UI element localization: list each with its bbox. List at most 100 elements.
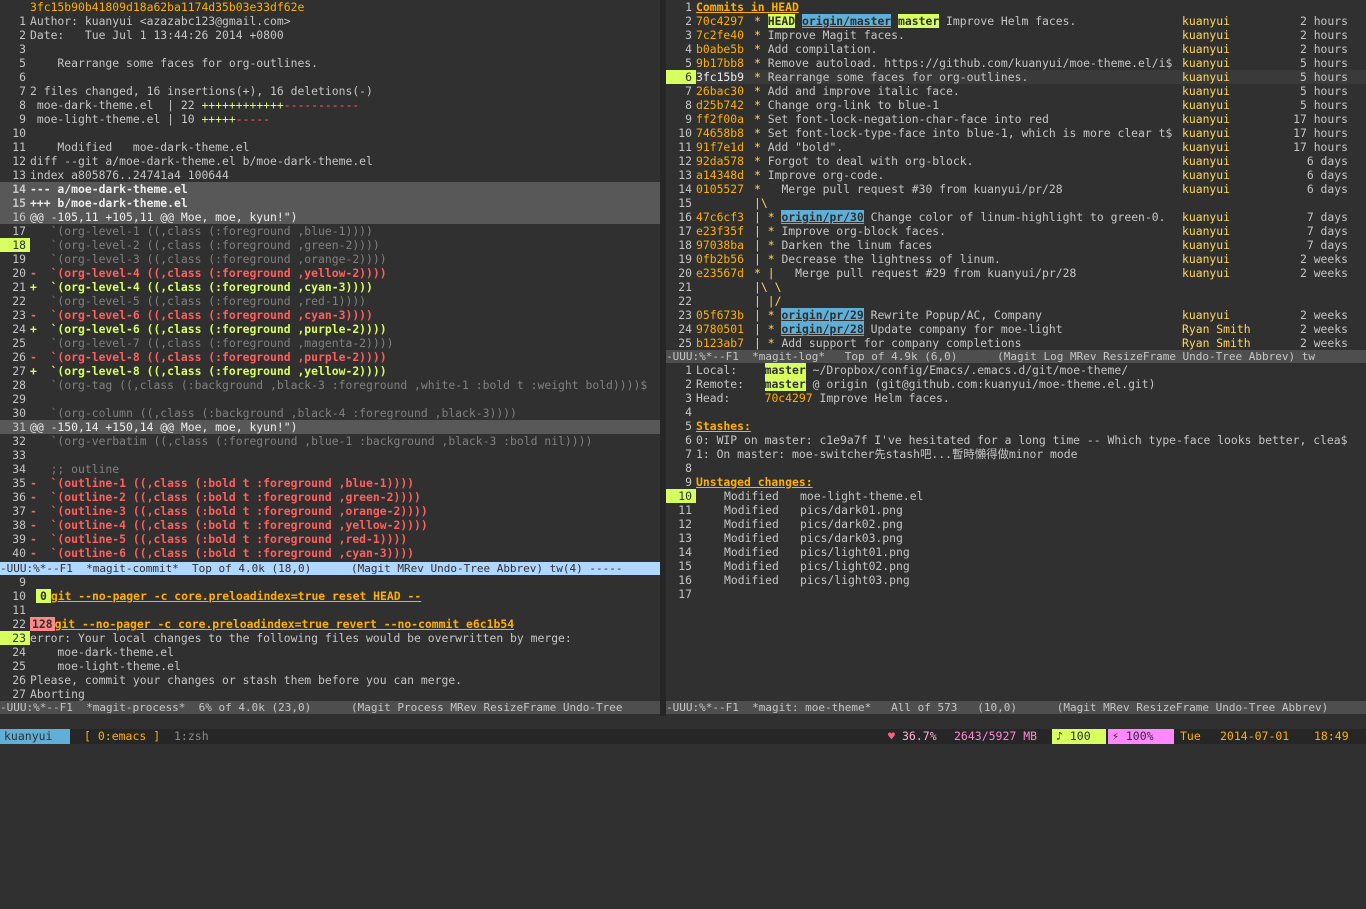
log-row[interactable]: 23 05f673b | * origin/pr/29 Rewrite Popup/…	[666, 308, 1366, 322]
process-line[interactable]: 23 error: Your local changes to the follo…	[0, 631, 660, 645]
diff-line[interactable]: 39 - `(outline-5 ((,class (:bold t :foreg…	[0, 532, 660, 546]
commit-sha[interactable]: 9b17bb8	[696, 56, 754, 70]
commit-sha[interactable]: ff2f00a	[696, 112, 754, 126]
diff-line[interactable]: 5 Rearrange some faces for org-outlines.	[0, 56, 660, 70]
log-row[interactable]: 5 9b17bb8 * Remove autoload. https://githu…	[666, 56, 1366, 70]
diff-line[interactable]: 3	[0, 42, 660, 56]
diff-line[interactable]: 3fc15b90b41809d18a62ba1174d35b03e33df62e	[0, 0, 660, 14]
log-row[interactable]: 12 92da578 * Forgot to deal with org-block…	[666, 154, 1366, 168]
diff-line[interactable]: 36 - `(outline-2 ((,class (:bold t :foreg…	[0, 490, 660, 504]
log-row[interactable]: 20 e23567d * | Merge pull request #29 from…	[666, 266, 1366, 280]
process-line[interactable]: 22 128 git --no-pager -c core.preloadindex…	[0, 617, 660, 631]
commit-sha[interactable]: 05f673b	[696, 308, 754, 322]
ref-label[interactable]: HEAD	[767, 14, 796, 28]
log-row[interactable]: 11 91f7e1d * Add "bold". kuanyui 17 hours	[666, 140, 1366, 154]
diff-line[interactable]: 13 index a805876..24741a4 100644	[0, 168, 660, 182]
log-row[interactable]: 19 0fb2b56 | * Decrease the lightness of l…	[666, 252, 1366, 266]
commit-sha[interactable]: 91f7e1d	[696, 140, 754, 154]
unstaged-file[interactable]: 13 Modified pics/dark03.png	[666, 531, 1366, 545]
log-row[interactable]: 14 0105527 * Merge pull request #30 from k…	[666, 182, 1366, 196]
diff-line[interactable]: 38 - `(outline-4 ((,class (:bold t :foreg…	[0, 518, 660, 532]
log-row[interactable]: 22 | |/	[666, 294, 1366, 308]
diff-line[interactable]: 31 @@ -150,14 +150,14 @@ Moe, moe, kyun!"…	[0, 420, 660, 434]
diff-line[interactable]: 6	[0, 70, 660, 84]
commit-sha[interactable]: 74658b8	[696, 126, 754, 140]
diff-line[interactable]: 28 `(org-tag ((,class (:background ,blac…	[0, 378, 660, 392]
diff-line[interactable]: 9 moe-light-theme.el | 10 +++++-----	[0, 112, 660, 126]
diff-line[interactable]: 17 `(org-level-1 ((,class (:foreground ,…	[0, 224, 660, 238]
log-row[interactable]: 18 97038ba | * Darken the linum faces kuany…	[666, 238, 1366, 252]
diff-line[interactable]: 23 - `(org-level-6 ((,class (:foreground …	[0, 308, 660, 322]
ref-label[interactable]: master	[898, 14, 940, 28]
diff-line[interactable]: 12 diff --git a/moe-dark-theme.el b/moe-d…	[0, 154, 660, 168]
commit-sha[interactable]: 97038ba	[696, 238, 754, 252]
commit-sha[interactable]: 92da578	[696, 154, 754, 168]
diff-line[interactable]: 19 `(org-level-3 ((,class (:foreground ,…	[0, 252, 660, 266]
commit-sha[interactable]: 7c2fe40	[696, 28, 754, 42]
diff-line[interactable]: 40 - `(outline-6 ((,class (:bold t :foreg…	[0, 546, 660, 560]
unstaged-file[interactable]: 11 Modified pics/dark01.png	[666, 503, 1366, 517]
log-row[interactable]: 25 b123ab7 | * Add support for company com…	[666, 336, 1366, 350]
unstaged-file[interactable]: 16 Modified pics/light03.png	[666, 573, 1366, 587]
commit-sha[interactable]: 70c4297	[696, 14, 754, 28]
diff-line[interactable]: 27 + `(org-level-8 ((,class (:foreground …	[0, 364, 660, 378]
log-row[interactable]: 6 3fc15b9 * Rearrange some faces for org-o…	[666, 70, 1366, 84]
remote-branch[interactable]: master	[764, 377, 806, 391]
log-row[interactable]: 7 26bac30 * Add and improve italic face. ku…	[666, 84, 1366, 98]
commit-sha[interactable]: 9780501	[696, 322, 754, 336]
log-row[interactable]: 16 47c6cf3 | * origin/pr/30 Change color o…	[666, 210, 1366, 224]
unstaged-file[interactable]: 10 Modified moe-light-theme.el	[666, 489, 1366, 503]
commit-sha[interactable]: 3fc15b9	[696, 70, 754, 84]
diff-line[interactable]: 16 @@ -105,11 +105,11 @@ Moe, moe, kyun!"…	[0, 210, 660, 224]
ref-label[interactable]: origin/pr/29	[781, 308, 864, 322]
diff-line[interactable]: 8 moe-dark-theme.el | 22 ++++++++++++---…	[0, 98, 660, 112]
log-buffer[interactable]: 1 Commits in HEAD 2 70c4297 * HEAD origin/ma…	[666, 0, 1366, 350]
diff-line[interactable]: 15 +++ b/moe-dark-theme.el	[0, 196, 660, 210]
diff-line[interactable]: 2 Date: Tue Jul 1 13:44:26 2014 +0800	[0, 28, 660, 42]
unstaged-header[interactable]: 9 Unstaged changes:	[666, 475, 1366, 489]
local-branch[interactable]: master	[764, 363, 806, 377]
diff-line[interactable]: 34 ;; outline	[0, 462, 660, 476]
ref-label[interactable]: origin/pr/30	[781, 210, 864, 224]
window-tab-zsh[interactable]: 1:zsh	[170, 729, 213, 744]
stashes-header[interactable]: 5 Stashes:	[666, 419, 1366, 433]
diff-line[interactable]: 25 `(org-level-7 ((,class (:foreground ,…	[0, 336, 660, 350]
commit-sha[interactable]: b123ab7	[696, 336, 754, 350]
status-buffer[interactable]: 1 Local: master ~/Dropbox/config/Emacs/.e…	[666, 363, 1366, 701]
process-line[interactable]: 26 Please, commit your changes or stash t…	[0, 673, 660, 687]
commit-sha[interactable]: d25b742	[696, 98, 754, 112]
log-row[interactable]: 17 e23f35f | * Improve org-block faces. kua…	[666, 224, 1366, 238]
commit-sha[interactable]: 0fb2b56	[696, 252, 754, 266]
process-line[interactable]: 10 0 git --no-pager -c core.preloadindex=t…	[0, 589, 660, 603]
commit-sha[interactable]: e23f35f	[696, 224, 754, 238]
diff-line[interactable]: 22 `(org-level-5 ((,class (:foreground ,…	[0, 294, 660, 308]
unstaged-file[interactable]: 17	[666, 587, 1366, 601]
commit-sha[interactable]: 0105527	[696, 182, 754, 196]
log-row[interactable]: 2 70c4297 * HEAD origin/master master Impr…	[666, 14, 1366, 28]
process-line[interactable]: 25 moe-light-theme.el	[0, 659, 660, 673]
diff-line[interactable]: 35 - `(outline-1 ((,class (:bold t :foreg…	[0, 476, 660, 490]
process-line[interactable]: 9	[0, 575, 660, 589]
diff-line[interactable]: 30 `(org-column ((,class (:background ,b…	[0, 406, 660, 420]
process-buffer[interactable]: 9 10 0 git --no-pager -c core.preloadindex=…	[0, 575, 660, 701]
process-line[interactable]: 24 moe-dark-theme.el	[0, 645, 660, 659]
commit-sha[interactable]: b0abe5b	[696, 42, 754, 56]
diff-line[interactable]: 29	[0, 392, 660, 406]
diff-line[interactable]: 21 + `(org-level-4 ((,class (:foreground …	[0, 280, 660, 294]
log-row[interactable]: 3 7c2fe40 * Improve Magit faces. kuanyui 2 h…	[666, 28, 1366, 42]
diff-line[interactable]: 32 `(org-verbatim ((,class (:foreground …	[0, 434, 660, 448]
log-row[interactable]: 9 ff2f00a * Set font-lock-negation-char-fa…	[666, 112, 1366, 126]
diff-line[interactable]: 11 Modified moe-dark-theme.el	[0, 140, 660, 154]
commit-sha[interactable]: a14348d	[696, 168, 754, 182]
window-tab-emacs[interactable]: [ 0:emacs ]	[80, 729, 164, 744]
diff-line[interactable]: 26 - `(org-level-8 ((,class (:foreground …	[0, 350, 660, 364]
process-line[interactable]: 27 Aborting	[0, 687, 660, 701]
commit-buffer[interactable]: 3fc15b90b41809d18a62ba1174d35b03e33df62e…	[0, 0, 660, 562]
diff-line[interactable]: 1 Author: kuanyui <azazabc123@gmail.com>	[0, 14, 660, 28]
diff-line[interactable]: 7 2 files changed, 16 insertions(+), 16 d…	[0, 84, 660, 98]
stash-item[interactable]: 6 0: WIP on master: c1e9a7f I've hesitate…	[666, 433, 1366, 447]
stash-item[interactable]: 7 1: On master: moe-switcher先stash吧...暫時懶…	[666, 447, 1366, 461]
diff-line[interactable]: 20 - `(org-level-4 ((,class (:foreground …	[0, 266, 660, 280]
diff-line[interactable]: 18 `(org-level-2 ((,class (:foreground ,…	[0, 238, 660, 252]
commit-sha[interactable]: 47c6cf3	[696, 210, 754, 224]
